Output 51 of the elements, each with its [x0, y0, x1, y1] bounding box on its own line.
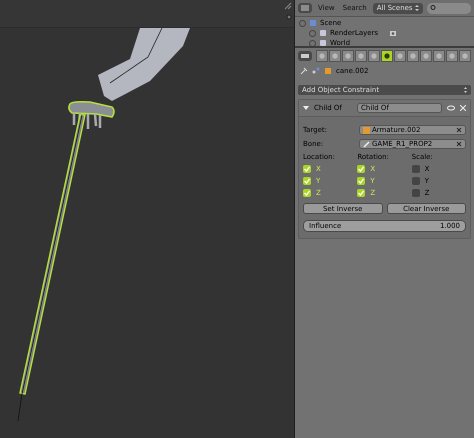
dot-icon — [331, 52, 339, 60]
cube-icon — [324, 67, 332, 75]
checkbox[interactable] — [303, 164, 311, 172]
dot-icon — [422, 52, 430, 60]
properties-tab[interactable] — [433, 50, 445, 62]
dot-icon — [344, 52, 352, 60]
properties-tab[interactable] — [407, 50, 419, 62]
dot-icon — [409, 52, 417, 60]
checkbox[interactable] — [303, 188, 311, 196]
dot-icon — [383, 52, 391, 60]
eye-icon[interactable] — [447, 105, 455, 111]
dot-icon — [461, 52, 469, 60]
dot-icon — [448, 52, 456, 60]
properties-tab[interactable] — [368, 50, 380, 62]
properties-tab[interactable] — [446, 50, 458, 62]
up-down-arrows-icon — [415, 5, 419, 11]
plus-icon[interactable] — [286, 14, 292, 20]
properties-tab[interactable] — [381, 50, 393, 62]
up-down-arrows-icon — [464, 87, 467, 93]
properties-tab[interactable] — [394, 50, 406, 62]
editor-type-icon[interactable] — [298, 50, 312, 60]
collapse-arrow-icon[interactable] — [303, 106, 309, 110]
properties-tab[interactable] — [459, 50, 471, 62]
properties-tab[interactable] — [342, 50, 354, 62]
close-icon[interactable] — [456, 141, 462, 147]
dot-icon — [370, 52, 378, 60]
search-icon — [430, 5, 436, 11]
scene-icon — [309, 19, 317, 27]
search-field[interactable] — [427, 2, 471, 14]
pin-icon[interactable] — [300, 67, 308, 75]
camera-icon[interactable] — [389, 29, 398, 37]
checkbox[interactable] — [357, 164, 366, 172]
properties-tab[interactable] — [420, 50, 432, 62]
properties-tab[interactable] — [329, 50, 341, 62]
dot-icon — [396, 52, 404, 60]
dot-icon — [435, 52, 443, 60]
checkbox[interactable] — [412, 164, 420, 172]
properties-tab[interactable] — [316, 50, 328, 62]
checkbox[interactable] — [357, 188, 366, 196]
checkbox[interactable] — [412, 176, 420, 184]
dot-icon — [318, 52, 326, 60]
checkbox[interactable] — [303, 176, 311, 184]
cube-icon — [363, 126, 370, 134]
dot-icon — [357, 52, 365, 60]
checkbox[interactable] — [357, 176, 366, 184]
bone-icon — [363, 140, 370, 148]
editor-type-icon[interactable] — [298, 3, 312, 13]
checkbox[interactable] — [412, 188, 420, 196]
properties-tab[interactable] — [355, 50, 367, 62]
close-icon[interactable] — [456, 127, 462, 133]
corner-handle-icon[interactable] — [284, 2, 292, 10]
